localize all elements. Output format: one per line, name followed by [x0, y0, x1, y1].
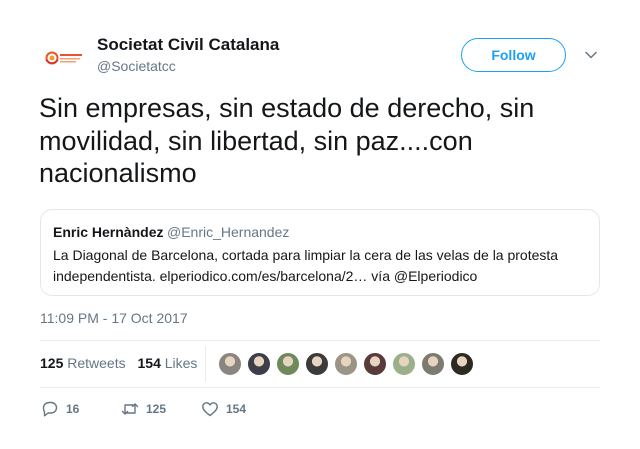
likes-count: 154 [137, 355, 161, 371]
liker-avatar[interactable] [247, 352, 271, 376]
author-avatar[interactable] [40, 36, 88, 84]
follow-button[interactable]: Follow [461, 38, 566, 72]
chevron-down-icon[interactable] [582, 46, 600, 64]
quoted-tweet[interactable]: Enric Hernàndez @Enric_Hernandez La Diag… [40, 209, 600, 296]
liker-avatar[interactable] [305, 352, 329, 376]
tweet-text: Sin empresas, sin estado de derecho, sin… [39, 93, 535, 188]
tweet-timestamp[interactable]: 11:09 PM - 17 Oct 2017 [40, 310, 188, 326]
divider [40, 340, 600, 341]
likes-label: Likes [164, 355, 198, 371]
quoted-author-handle: @Enric_Hernandez [167, 224, 290, 240]
retweets-label: Retweets [67, 355, 126, 371]
liker-avatar[interactable] [450, 352, 474, 376]
stats-separator [205, 346, 206, 382]
liker-avatar[interactable] [334, 352, 358, 376]
like-count: 154 [226, 402, 247, 416]
liker-avatar[interactable] [421, 352, 445, 376]
quoted-tweet-text: La Diagonal de Barcelona, cortada para l… [53, 247, 559, 284]
author-name[interactable]: Societat Civil Catalana [97, 35, 279, 55]
liker-avatar[interactable] [276, 352, 300, 376]
reply-count: 16 [66, 402, 80, 416]
retweet-button[interactable]: 125 [120, 398, 166, 420]
retweet-icon [121, 403, 139, 415]
author-handle[interactable]: @Societatcc [97, 58, 176, 74]
retweet-count: 125 [146, 402, 167, 416]
liker-avatar[interactable] [392, 352, 416, 376]
quoted-author-name: Enric Hernàndez [53, 224, 164, 240]
likes-stat[interactable]: 154 Likes [138, 355, 198, 371]
divider [40, 387, 600, 388]
societat-civil-catalana-logo-icon [45, 51, 82, 65]
reply-button[interactable]: 16 [40, 398, 79, 420]
like-button[interactable]: 154 [200, 398, 246, 420]
liker-avatar[interactable] [363, 352, 387, 376]
heart-icon [202, 402, 218, 417]
liker-avatar[interactable] [218, 352, 242, 376]
retweets-stat[interactable]: 125 Retweets [40, 355, 126, 371]
reply-icon [42, 401, 58, 417]
retweets-count: 125 [40, 355, 64, 371]
tweet-stats: 125 Retweets 154 Likes [40, 355, 205, 371]
